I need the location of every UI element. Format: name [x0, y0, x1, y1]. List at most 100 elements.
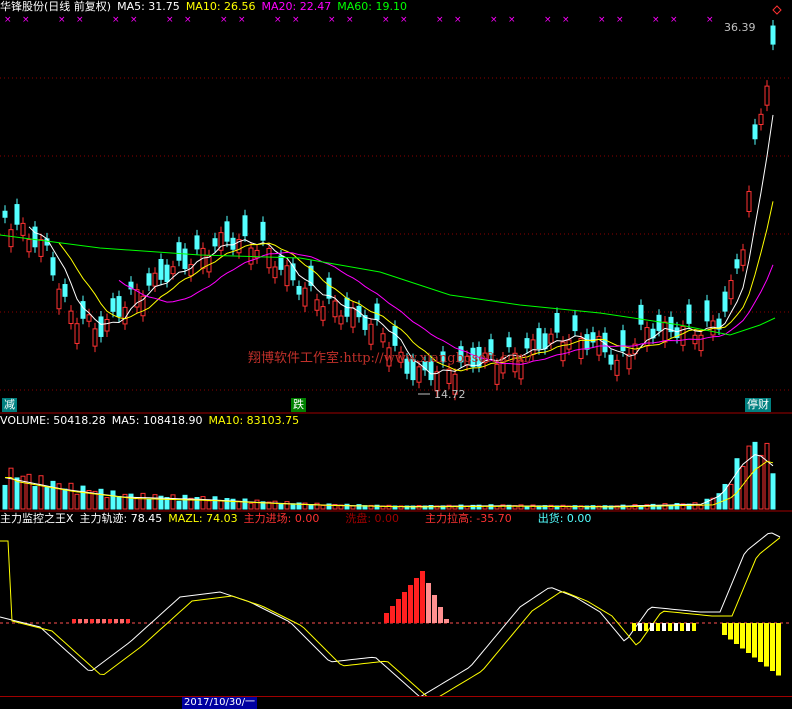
candle-body — [68, 310, 74, 324]
x-marker: × — [184, 15, 192, 25]
candle-body — [14, 204, 20, 225]
mazl-legend: MAZL: 74.03 — [168, 512, 238, 525]
volume-chart[interactable] — [0, 414, 792, 512]
enter-bar — [414, 578, 419, 623]
candle-body — [572, 315, 578, 332]
volume-header: VOLUME: 50418.28 MA5: 108418.90 MA10: 8310… — [0, 414, 305, 428]
candle-body — [56, 288, 62, 310]
wash-legend: 洗盘: 0.00 — [345, 512, 400, 525]
enter-bar — [426, 583, 431, 623]
enter-bar — [84, 619, 88, 623]
candle-body — [320, 306, 326, 321]
candle-body — [704, 300, 710, 322]
x-marker: × — [670, 15, 678, 25]
track-legend: 主力轨迹: 78.45 — [79, 512, 163, 525]
volume-bar — [116, 495, 122, 510]
enter-bar — [120, 619, 124, 623]
raise-bar — [758, 623, 763, 662]
raise-bar — [770, 623, 775, 671]
vol-ma5-legend: MA5: 108418.90 — [111, 414, 203, 427]
x-marker: × — [562, 15, 570, 25]
volume-bar — [134, 497, 140, 510]
volume-bar — [176, 500, 182, 510]
candle-body — [506, 337, 512, 348]
enter-bar — [126, 619, 130, 623]
candle-body — [314, 299, 320, 311]
raise-bar — [632, 623, 636, 631]
volume-bar — [692, 502, 698, 510]
volume-bar — [62, 488, 68, 510]
enter-bar — [396, 599, 401, 623]
volume-bar — [314, 502, 320, 510]
x-marker: × — [454, 15, 462, 25]
candle-body — [740, 249, 746, 266]
volume-bar — [284, 501, 290, 510]
candle-body — [224, 221, 230, 242]
volume-bar — [50, 480, 56, 510]
raise-bar — [650, 623, 654, 631]
price-panel[interactable]: × × × × × × × × × × × × × × × × × × × × × × × × × × × 华锋股份(日线 前复权)… — [0, 0, 792, 414]
candle-body — [734, 259, 740, 269]
candle-body — [764, 85, 770, 106]
candle-body — [98, 316, 104, 337]
candle-body — [662, 321, 668, 343]
ma5-line — [28, 114, 774, 375]
indicator-chart[interactable] — [0, 512, 792, 696]
enter-bar — [420, 571, 425, 623]
signal-fall: 跌 — [291, 398, 306, 412]
enter-bar — [108, 619, 112, 623]
x-marker: × — [616, 15, 624, 25]
volume-bar — [212, 496, 218, 510]
candle-body — [20, 222, 26, 236]
raise-bar — [692, 623, 696, 631]
volume-bar — [758, 454, 764, 510]
x-marker: × — [346, 15, 354, 25]
raise-bar — [776, 623, 781, 676]
candle-body — [536, 328, 542, 350]
indicator-panel[interactable]: 主力监控之王X 主力轨迹: 78.45 MAZL: 74.03 主力进场: 0.00 洗… — [0, 512, 792, 696]
candle-body — [548, 333, 554, 344]
candle-body — [752, 124, 758, 140]
x-marker: × — [130, 15, 138, 25]
enter-bar — [438, 607, 443, 623]
x-marker: × — [220, 15, 228, 25]
candle-body — [272, 266, 278, 279]
enter-bar — [390, 606, 395, 623]
candle-body — [686, 304, 692, 324]
candle-body — [722, 291, 728, 312]
raise-bar — [662, 623, 666, 631]
candle-body — [332, 300, 338, 318]
raise-bar — [638, 623, 642, 631]
candle-body — [608, 354, 614, 365]
raise-bar — [728, 623, 733, 640]
volume-bar — [770, 473, 776, 510]
volume-bar — [110, 490, 116, 510]
raise-bar — [644, 623, 648, 631]
candle-body — [62, 284, 68, 297]
volume-panel[interactable]: VOLUME: 50418.28 MA5: 108418.90 MA10: 8310… — [0, 414, 792, 512]
candle-body — [746, 191, 752, 212]
x-marker: × — [58, 15, 66, 25]
volume-bar — [56, 483, 62, 510]
candle-body — [176, 242, 182, 261]
candle-body — [698, 334, 704, 352]
enter-bar — [408, 585, 413, 623]
x-marker: × — [166, 15, 174, 25]
candle-body — [620, 330, 626, 352]
volume-bar — [140, 492, 146, 510]
volume-bar — [2, 484, 8, 510]
volume-bar — [80, 485, 86, 510]
candle-body — [80, 301, 86, 319]
candle-body — [284, 265, 290, 287]
candle-body — [194, 235, 200, 250]
volume-bar — [218, 500, 224, 510]
raise-bar — [740, 623, 745, 649]
vol-ma10-legend: MA10: 83103.75 — [208, 414, 300, 427]
candle-body — [554, 313, 560, 333]
candle-body — [296, 285, 302, 295]
volume-bar — [698, 504, 704, 510]
candle-body — [638, 304, 644, 325]
volume-bar — [236, 500, 242, 510]
raise-bar — [752, 623, 757, 658]
raise-bar — [686, 623, 690, 631]
